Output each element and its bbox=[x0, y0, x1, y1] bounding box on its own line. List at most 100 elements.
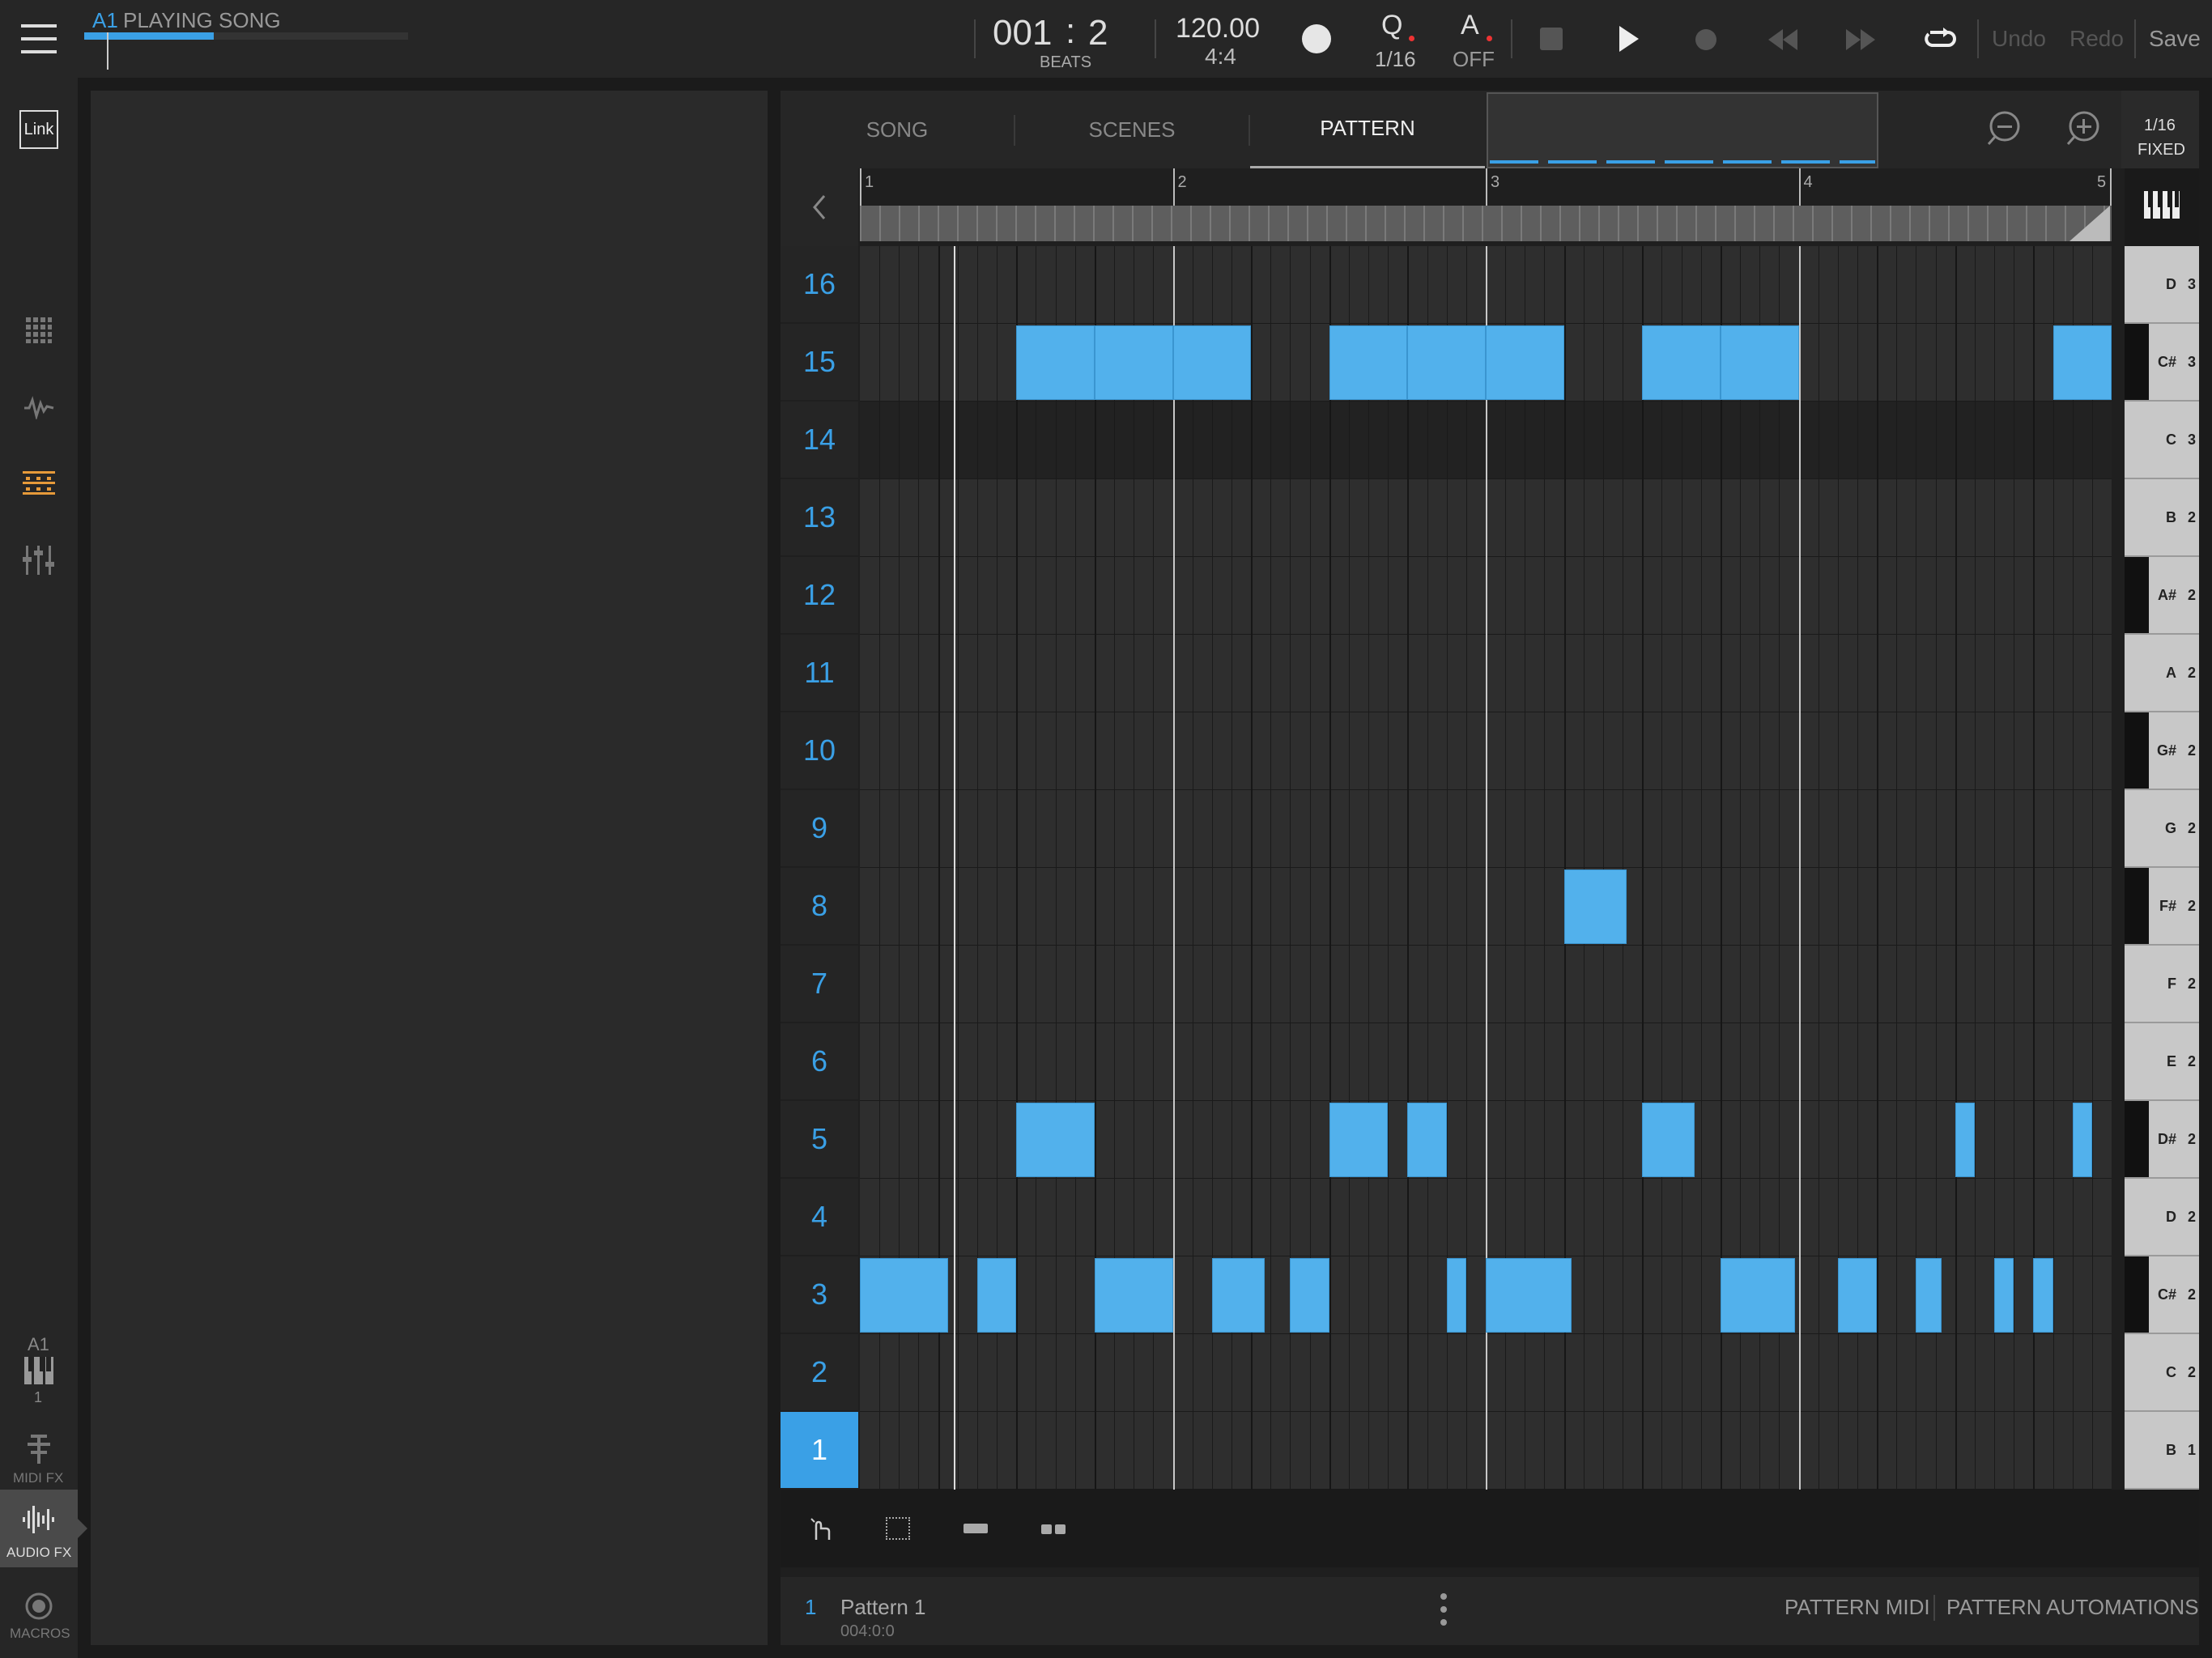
pattern-midi-button[interactable]: PATTERN MIDI bbox=[1784, 1595, 1930, 1620]
select-tool-icon[interactable] bbox=[886, 1517, 910, 1540]
pad-label[interactable]: 11 bbox=[781, 635, 858, 712]
note-block[interactable] bbox=[1329, 1103, 1389, 1177]
note-block[interactable] bbox=[1407, 325, 1486, 400]
note-block[interactable] bbox=[1094, 1258, 1173, 1333]
note-block[interactable] bbox=[1172, 325, 1252, 400]
tempo-display[interactable]: 120.00 4:4 bbox=[1166, 8, 1271, 73]
sequencer-icon[interactable] bbox=[23, 470, 55, 503]
play-icon[interactable] bbox=[1616, 24, 1640, 57]
redo-button[interactable]: Redo bbox=[2069, 26, 2124, 52]
note-block[interactable] bbox=[1486, 325, 1564, 400]
note-block[interactable] bbox=[1642, 1103, 1695, 1177]
tab-scenes[interactable]: SCENES bbox=[1015, 91, 1249, 168]
note-block[interactable] bbox=[860, 1258, 948, 1333]
stop-icon[interactable] bbox=[1540, 28, 1563, 50]
note-block[interactable] bbox=[1446, 1258, 1466, 1333]
note-block[interactable] bbox=[1994, 1258, 2014, 1333]
pad-label[interactable]: 15 bbox=[781, 324, 858, 402]
piano-key[interactable]: D3 bbox=[2125, 246, 2199, 324]
pad-label[interactable]: 5 bbox=[781, 1101, 858, 1179]
pad-label[interactable]: 8 bbox=[781, 868, 858, 946]
save-button[interactable]: Save bbox=[2149, 26, 2201, 52]
piano-key[interactable]: C3 bbox=[2125, 402, 2199, 479]
note-block[interactable] bbox=[1916, 1258, 1942, 1333]
note-block[interactable] bbox=[1211, 1258, 1265, 1333]
note-block[interactable] bbox=[1094, 325, 1173, 400]
song-status[interactable]: A1 PLAYING SONG bbox=[84, 6, 416, 71]
link-button[interactable]: Link bbox=[19, 110, 58, 149]
quantize-button[interactable]: Q 1/16 bbox=[1365, 6, 1422, 71]
piano-key[interactable]: B2 bbox=[2125, 479, 2199, 557]
audio-fx-tab[interactable]: AUDIO FX bbox=[0, 1490, 87, 1567]
piano-key[interactable]: A# 2 bbox=[2125, 557, 2199, 635]
note-grid[interactable] bbox=[860, 246, 2112, 1490]
piano-key[interactable]: F2 bbox=[2125, 946, 2199, 1023]
grid-setting-button[interactable]: 1/16 FIXED bbox=[2121, 91, 2199, 168]
pattern-overview[interactable] bbox=[1487, 92, 1878, 168]
timeline-ruler[interactable]: 1 2 3 4 5 bbox=[860, 168, 2112, 246]
pad-label[interactable]: 2 bbox=[781, 1334, 858, 1412]
piano-key[interactable]: B1 bbox=[2125, 1412, 2199, 1490]
macros-label[interactable]: MACROS bbox=[10, 1626, 70, 1642]
midi-fx-icon[interactable] bbox=[28, 1435, 50, 1468]
note-block[interactable] bbox=[1837, 1258, 1878, 1333]
piano-key[interactable]: D# 2 bbox=[2125, 1101, 2199, 1179]
note-block[interactable] bbox=[2052, 325, 2112, 400]
note-block[interactable] bbox=[1720, 325, 1799, 400]
automation-button[interactable]: A OFF bbox=[1446, 6, 1503, 71]
pad-label[interactable]: 4 bbox=[781, 1179, 858, 1256]
loop-end-handle[interactable] bbox=[2069, 206, 2110, 241]
loop-icon[interactable] bbox=[1924, 24, 1956, 57]
note-block[interactable] bbox=[1290, 1258, 1329, 1333]
note-block[interactable] bbox=[2033, 1258, 2053, 1333]
pattern-name[interactable]: Pattern 1 bbox=[840, 1595, 926, 1620]
note-block[interactable] bbox=[1329, 325, 1408, 400]
position-display[interactable]: 001 : 2 BEATS bbox=[980, 8, 1150, 73]
note-block[interactable] bbox=[1486, 1258, 1572, 1333]
split-note-tool-icon[interactable] bbox=[1041, 1524, 1066, 1539]
undo-button[interactable]: Undo bbox=[1992, 26, 2046, 52]
note-block[interactable] bbox=[1563, 869, 1627, 944]
loop-region[interactable] bbox=[860, 206, 2112, 241]
record-icon[interactable] bbox=[1695, 29, 1716, 50]
pad-label[interactable]: 1 bbox=[781, 1412, 858, 1490]
tab-song[interactable]: SONG bbox=[781, 91, 1014, 168]
pad-label[interactable]: 16 bbox=[781, 246, 858, 324]
pad-label[interactable]: 12 bbox=[781, 557, 858, 635]
piano-key[interactable]: G# 2 bbox=[2125, 712, 2199, 790]
note-block[interactable] bbox=[1016, 325, 1095, 400]
zoom-in-icon[interactable] bbox=[2065, 110, 2102, 151]
fast-forward-icon[interactable] bbox=[1844, 28, 1877, 56]
note-block[interactable] bbox=[1720, 1258, 1795, 1333]
tab-pattern[interactable]: PATTERN bbox=[1250, 91, 1485, 168]
note-block[interactable] bbox=[1407, 1103, 1447, 1177]
note-block[interactable] bbox=[1642, 325, 1721, 400]
mixer-icon[interactable] bbox=[23, 546, 55, 579]
piano-key[interactable]: A2 bbox=[2125, 635, 2199, 712]
single-note-tool-icon[interactable] bbox=[963, 1524, 988, 1533]
note-block[interactable] bbox=[1016, 1103, 1095, 1177]
note-block[interactable] bbox=[976, 1258, 1017, 1333]
note-block[interactable] bbox=[1955, 1103, 1975, 1177]
pad-label[interactable]: 6 bbox=[781, 1023, 858, 1101]
keyboard-icon[interactable] bbox=[24, 1357, 53, 1388]
rewind-icon[interactable] bbox=[1767, 28, 1799, 56]
draw-tool-icon[interactable] bbox=[808, 1517, 832, 1545]
piano-key[interactable]: E2 bbox=[2125, 1023, 2199, 1101]
pad-label[interactable]: 3 bbox=[781, 1256, 858, 1334]
midi-fx-label[interactable]: MIDI FX bbox=[13, 1470, 63, 1486]
zoom-out-icon[interactable] bbox=[1987, 110, 2024, 151]
pattern-automations-button[interactable]: PATTERN AUTOMATIONS bbox=[1946, 1595, 2199, 1620]
piano-key[interactable]: C# 2 bbox=[2125, 1256, 2199, 1334]
back-button[interactable] bbox=[781, 168, 858, 246]
piano-key[interactable]: D2 bbox=[2125, 1179, 2199, 1256]
note-block[interactable] bbox=[2072, 1103, 2092, 1177]
piano-key[interactable]: F# 2 bbox=[2125, 868, 2199, 946]
pad-label[interactable]: 14 bbox=[781, 402, 858, 479]
macros-icon[interactable] bbox=[24, 1592, 53, 1625]
metronome-button[interactable] bbox=[1302, 24, 1331, 53]
pad-label[interactable]: 13 bbox=[781, 479, 858, 557]
pad-label[interactable]: 9 bbox=[781, 790, 858, 868]
more-options-icon[interactable] bbox=[1440, 1592, 1448, 1631]
pad-label[interactable]: 7 bbox=[781, 946, 858, 1023]
